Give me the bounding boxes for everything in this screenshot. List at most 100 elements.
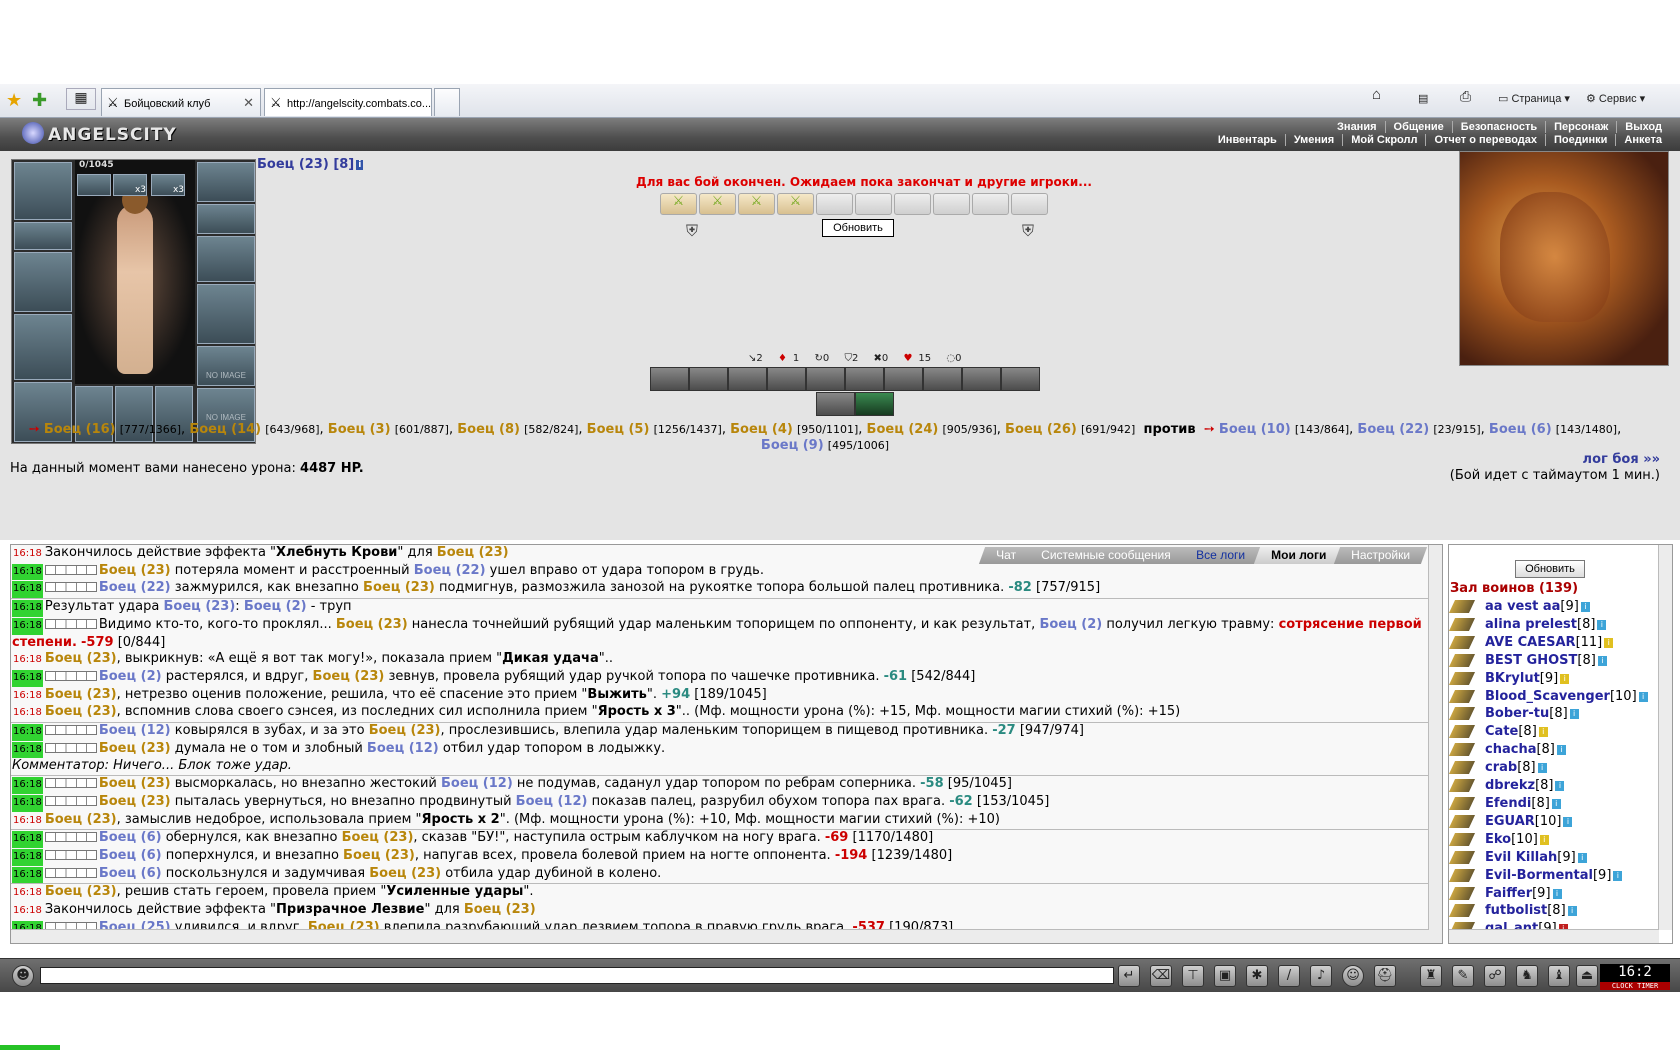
team1-fighter[interactable]: Боец (26)	[1005, 422, 1077, 437]
chat-input[interactable]	[40, 967, 1114, 984]
trick-icon[interactable]	[689, 367, 728, 391]
exit-icon[interactable]: ⏏	[1576, 965, 1598, 987]
player-name[interactable]: Faiffer	[1485, 886, 1532, 901]
player-list-item[interactable]: dbrekz[8] i	[1448, 777, 1655, 795]
home-icon[interactable]: ⌂	[1372, 86, 1381, 103]
private-icon[interactable]: /	[1278, 965, 1300, 987]
team2-fighter[interactable]: Боец (9)	[761, 438, 824, 453]
feeds-icon[interactable]: ▤	[1418, 92, 1428, 105]
tab-my-logs[interactable]: Мои логи	[1253, 547, 1343, 564]
private-message-icon[interactable]	[1448, 868, 1476, 882]
player-name[interactable]: crab	[1485, 760, 1517, 775]
scroll-used-icon[interactable]: ⚔	[660, 193, 697, 215]
scroll-empty-slot[interactable]	[1011, 193, 1048, 215]
menu-duels[interactable]: Поединки	[1545, 134, 1616, 146]
weapon-slot[interactable]	[14, 252, 72, 312]
scroll-empty-slot[interactable]	[933, 193, 970, 215]
smiley-menu-icon[interactable]: ☻	[12, 965, 34, 987]
helmet-icon[interactable]: ⛑	[1374, 965, 1396, 987]
player-info-icon[interactable]: i	[1551, 798, 1561, 809]
trick-active-icon[interactable]	[855, 392, 894, 416]
menu-profile[interactable]: Анкета	[1615, 134, 1670, 146]
scroll-empty-slot[interactable]	[816, 193, 853, 215]
trick-icon[interactable]	[728, 367, 767, 391]
player-name[interactable]: chacha	[1485, 742, 1536, 757]
private-message-icon[interactable]	[1448, 707, 1476, 721]
sound-icon[interactable]: ♪	[1310, 965, 1332, 987]
private-message-icon[interactable]	[1448, 653, 1476, 667]
trick-icon[interactable]	[884, 367, 923, 391]
player-list-item[interactable]: crab[8] i	[1448, 759, 1655, 777]
player-info-icon[interactable]: i	[1538, 727, 1548, 738]
players-vertical-scrollbar[interactable]	[1658, 545, 1672, 930]
team2-fighter[interactable]: Боец (10)	[1219, 422, 1291, 437]
player-name[interactable]: Evil Killah	[1485, 850, 1557, 865]
filter-icon[interactable]: ⊤	[1182, 965, 1204, 987]
send-icon[interactable]: ↵	[1118, 965, 1140, 987]
trick-icon[interactable]	[1001, 367, 1040, 391]
players-horizontal-scrollbar[interactable]	[1449, 929, 1659, 943]
scroll-empty-slot[interactable]	[894, 193, 931, 215]
favorites-star-icon[interactable]: ★	[6, 90, 22, 111]
team1-fighter[interactable]: Боец (16)	[44, 422, 116, 437]
player-name[interactable]: alina prelest	[1485, 617, 1577, 632]
offhand-slot[interactable]	[197, 284, 255, 344]
player-info-icon[interactable]: i	[1555, 781, 1565, 792]
player-name[interactable]: Боец (23) [8] i	[257, 157, 364, 172]
private-message-icon[interactable]	[1448, 832, 1476, 846]
player-info-icon[interactable]: i	[1613, 870, 1623, 881]
service-menu[interactable]: ⚙ Сервис ▾	[1586, 92, 1645, 105]
menu-security[interactable]: Безопасность	[1451, 121, 1546, 133]
private-message-icon[interactable]	[1448, 761, 1476, 775]
scroll-empty-slot[interactable]	[972, 193, 1009, 215]
player-name[interactable]: Evil-Bormental	[1485, 868, 1593, 883]
player-info-icon[interactable]: i	[1537, 763, 1547, 774]
player-list-item[interactable]: AVE CAESAR[11] i	[1448, 634, 1655, 652]
menu-knowledge[interactable]: Знания	[1329, 121, 1384, 133]
helmet-slot[interactable]	[14, 162, 72, 220]
player-info-icon[interactable]: i	[1556, 745, 1566, 756]
gloves-slot[interactable]	[197, 204, 255, 234]
player-list-item[interactable]: Eko[10] i	[1448, 831, 1655, 849]
quick-tabs-icon[interactable]: ▦	[66, 88, 96, 110]
player-info-icon[interactable]: i	[1567, 906, 1577, 917]
team1-fighter[interactable]: Боец (8)	[457, 422, 520, 437]
private-message-icon[interactable]	[1448, 743, 1476, 757]
bag-icon[interactable]: ♝	[1548, 965, 1570, 987]
menu-transfer-report[interactable]: Отчет о переводах	[1425, 134, 1546, 146]
browser-tab-2[interactable]: ⚔ http://angelscity.combats.co...	[264, 88, 432, 116]
tab-system-messages[interactable]: Системные сообщения	[1024, 547, 1189, 564]
player-list-item[interactable]: aa vest aa[9] i	[1448, 598, 1655, 616]
scroll-slot-3[interactable]: x3	[151, 174, 185, 196]
trick-icon[interactable]	[845, 367, 884, 391]
scroll-slot-2[interactable]: x3	[113, 174, 147, 196]
refresh-battle-button[interactable]: Обновить	[822, 219, 894, 237]
clan-icon[interactable]: ♞	[1516, 965, 1538, 987]
player-name[interactable]: Efendi	[1485, 796, 1531, 811]
empty-slot[interactable]: NO IMAGE	[197, 346, 255, 386]
private-message-icon[interactable]	[1448, 600, 1476, 613]
inventory-icon[interactable]: ♜	[1420, 965, 1442, 987]
team2-fighter[interactable]: Боец (22)	[1357, 422, 1429, 437]
scroll-empty-slot[interactable]	[855, 193, 892, 215]
player-info-icon[interactable]: i	[1563, 816, 1573, 827]
player-info-icon[interactable]: i	[1552, 888, 1562, 899]
player-list-item[interactable]: Bober-tu[8] i	[1448, 705, 1655, 723]
player-list-item[interactable]: Efendi[8] i	[1448, 795, 1655, 813]
battle-log-link[interactable]: лог боя »»	[1583, 452, 1660, 467]
add-favorite-icon[interactable]: ✚	[32, 90, 47, 111]
tab-settings[interactable]: Настройки	[1334, 547, 1428, 564]
trick-icon[interactable]	[806, 367, 845, 391]
player-list-item[interactable]: alina prelest[8] i	[1448, 616, 1655, 634]
team1-fighter[interactable]: Боец (4)	[730, 422, 793, 437]
player-list-item[interactable]: EGUAR[10] i	[1448, 813, 1655, 831]
scroll-used-icon[interactable]: ⚔	[738, 193, 775, 215]
menu-skills[interactable]: Умения	[1284, 134, 1343, 146]
private-message-icon[interactable]	[1448, 886, 1476, 900]
player-name[interactable]: Cate	[1485, 724, 1518, 739]
private-message-icon[interactable]	[1448, 796, 1476, 810]
private-message-icon[interactable]	[1448, 617, 1476, 631]
team1-fighter[interactable]: Боец (5)	[587, 422, 650, 437]
trick-icon[interactable]	[816, 392, 855, 416]
player-info-icon[interactable]: i	[1577, 852, 1587, 863]
